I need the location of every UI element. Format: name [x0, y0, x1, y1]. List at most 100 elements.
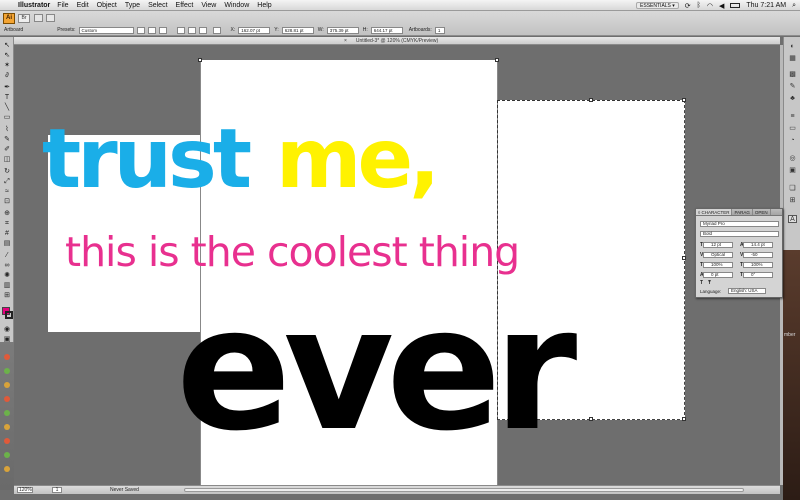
pencil-tool-icon[interactable]: ✎ — [2, 135, 12, 144]
tracking-field[interactable]: -50 — [743, 252, 773, 258]
gradient-panel-icon[interactable]: ▭ — [788, 125, 797, 133]
drawing-mode-icon[interactable]: ◉ — [2, 325, 12, 334]
battery-icon[interactable] — [730, 3, 741, 8]
rectangle-tool-icon[interactable]: ▭ — [2, 113, 12, 122]
paintbrush-tool-icon[interactable]: ⌇ — [2, 125, 12, 134]
selection-handle[interactable] — [682, 256, 686, 260]
headline-line-3[interactable]: ever — [176, 268, 577, 473]
artboard-navigator[interactable]: 1 — [52, 487, 62, 493]
menu-effect[interactable]: Effect — [176, 2, 194, 9]
character-rotation-field[interactable]: 0° — [743, 272, 773, 278]
menu-view[interactable]: View — [201, 2, 216, 9]
eraser-tool-icon[interactable]: ◫ — [2, 155, 12, 164]
menu-object[interactable]: Object — [97, 2, 117, 9]
pen-tool-icon[interactable]: ✒ — [2, 83, 12, 92]
bluetooth-icon[interactable]: ᛒ — [697, 2, 701, 9]
shape-builder-tool-icon[interactable]: ⊕ — [2, 209, 12, 218]
close-tab-icon[interactable]: × — [344, 37, 347, 45]
menu-edit[interactable]: Edit — [77, 2, 89, 9]
artboard-corner-handle[interactable] — [198, 58, 202, 62]
kerning-field[interactable]: Optical — [703, 252, 733, 258]
leading-field[interactable]: 14.4 pt — [743, 242, 773, 248]
menu-file[interactable]: File — [57, 2, 68, 9]
lasso-tool-icon[interactable]: ∂ — [2, 71, 12, 80]
eyedropper-tool-icon[interactable]: ⁄ — [2, 251, 12, 260]
type-tool-icon[interactable]: T — [2, 93, 12, 102]
selection-handle[interactable] — [589, 98, 593, 102]
menu-help[interactable]: Help — [257, 2, 271, 9]
warp-tool-icon[interactable]: ≈ — [2, 187, 12, 196]
blob-brush-tool-icon[interactable]: ✐ — [2, 145, 12, 154]
y-field[interactable]: 628.81 pt — [281, 26, 314, 34]
graph-tool-icon[interactable]: ▥ — [2, 281, 12, 290]
menu-window[interactable]: Window — [224, 2, 249, 9]
artboard-tool-icon[interactable]: ⊞ — [2, 291, 12, 300]
bridge-button[interactable]: Br — [18, 14, 30, 23]
baseline-shift-field[interactable]: 0 pt — [703, 272, 733, 278]
x-field[interactable]: 162.07 pt — [238, 26, 271, 34]
color-panel-icon[interactable]: ◐ — [788, 43, 797, 51]
underline-icon[interactable]: T — [700, 280, 703, 286]
canvas[interactable]: trust me, this is the coolest thing ever — [14, 45, 780, 485]
stroke-panel-icon[interactable]: ≡ — [788, 113, 797, 121]
video-safe-icon[interactable] — [198, 26, 207, 34]
move-with-artboard-icon[interactable] — [158, 26, 167, 34]
scale-tool-icon[interactable]: ⤢ — [2, 177, 12, 186]
selection-tool-icon[interactable]: ↖ — [2, 41, 12, 50]
layers-icon[interactable]: ❏ — [788, 185, 797, 193]
font-family-select[interactable]: Myriad Pro — [700, 221, 779, 227]
tab-character[interactable]: ◊ CHARACTER — [696, 209, 733, 215]
swatches-icon[interactable]: ▩ — [788, 71, 797, 79]
brushes-icon[interactable]: ✎ — [788, 83, 797, 91]
h-field[interactable]: 644.17 pt — [370, 26, 403, 34]
horizontal-scale-field[interactable]: 100% — [743, 262, 773, 268]
preset-select[interactable]: Custom — [78, 26, 134, 34]
cross-hairs-icon[interactable] — [187, 26, 196, 34]
artboard-options-icon[interactable] — [212, 26, 221, 34]
artboards-field[interactable]: 1 — [434, 26, 445, 34]
symbols-icon[interactable]: ♣ — [788, 95, 797, 103]
strikethrough-icon[interactable]: Ŧ — [708, 280, 711, 286]
direct-selection-tool-icon[interactable]: ⇖ — [2, 51, 12, 60]
character-panel-icon[interactable]: A — [788, 215, 797, 223]
volume-icon[interactable]: ◀ — [719, 2, 724, 10]
orientation-landscape-icon[interactable] — [147, 26, 156, 34]
font-style-select[interactable]: Bold — [700, 231, 779, 237]
graphic-styles-icon[interactable]: ▣ — [788, 167, 797, 175]
symbol-sprayer-tool-icon[interactable]: ✺ — [2, 271, 12, 280]
gradient-tool-icon[interactable]: ▤ — [2, 239, 12, 248]
selection-handle[interactable] — [682, 98, 686, 102]
document-status[interactable]: Never Saved — [110, 486, 139, 494]
rotate-tool-icon[interactable]: ↻ — [2, 167, 12, 176]
free-transform-tool-icon[interactable]: ⊡ — [2, 197, 12, 206]
color-guide-icon[interactable]: ▦ — [788, 55, 797, 63]
language-select[interactable]: English: USA — [728, 288, 766, 294]
spotlight-icon[interactable]: ⌕ — [792, 2, 796, 10]
sync-icon[interactable]: ⟳ — [685, 2, 691, 10]
menu-select[interactable]: Select — [148, 2, 167, 9]
tab-paragraph[interactable]: PARAG — [732, 209, 753, 215]
font-size-field[interactable]: 12 pt — [703, 242, 733, 248]
artboard-corner-handle[interactable] — [495, 58, 499, 62]
stroke-swatch[interactable] — [5, 311, 13, 319]
zoom-field[interactable]: 120% — [17, 487, 33, 493]
center-mark-icon[interactable] — [176, 26, 185, 34]
transparency-icon[interactable]: ◔ — [788, 137, 797, 145]
headline-line-1[interactable]: trust me, — [42, 105, 440, 215]
blend-tool-icon[interactable]: ∞ — [2, 261, 12, 270]
artboards-panel-icon[interactable]: ⊞ — [788, 197, 797, 205]
selection-handle[interactable] — [589, 417, 593, 421]
vertical-scale-field[interactable]: 100% — [703, 262, 733, 268]
line-tool-icon[interactable]: ╲ — [2, 103, 12, 112]
mesh-tool-icon[interactable]: # — [2, 229, 12, 238]
appearance-icon[interactable]: ◎ — [788, 155, 797, 163]
w-field[interactable]: 375.39 pt — [326, 26, 359, 34]
tab-opentype[interactable]: OPEN — [753, 209, 771, 215]
clock[interactable]: Thu 7:21 AM — [746, 2, 786, 9]
arrange-documents-icon[interactable] — [34, 14, 43, 22]
workspace-icon[interactable] — [46, 14, 55, 22]
wifi-icon[interactable]: ◠ — [707, 2, 713, 10]
horizontal-scrollbar[interactable] — [184, 488, 744, 492]
workspace-switcher[interactable]: ESSENTIALS ▾ — [636, 2, 679, 9]
menu-app-name[interactable]: Illustrator — [18, 2, 50, 9]
